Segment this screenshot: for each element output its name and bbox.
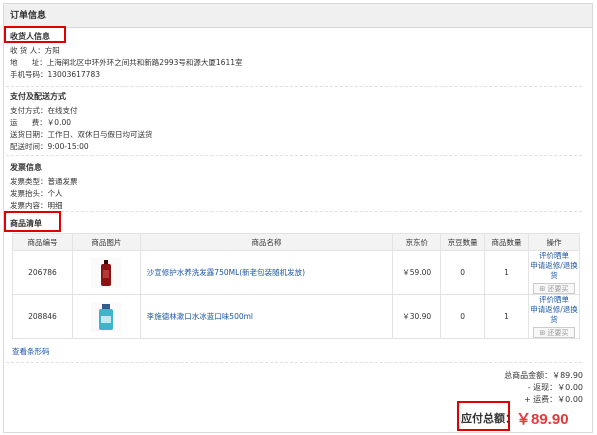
invoice-type: 普通发票 <box>47 177 78 186</box>
totals-freight-label: + 运费： <box>523 395 558 404</box>
item-qty: 1 <box>484 250 529 295</box>
delivery-date-label: 送货日期： <box>10 130 48 139</box>
consignee-phone-row: 手机号码：13003617783 <box>10 69 582 81</box>
invoice-head-label: 发票抬头： <box>10 189 48 198</box>
col-qty: 商品数量 <box>484 233 529 251</box>
totals-block: 总商品金额：￥89.90 - 返现：￥0.00 + 运费：￥0.00 <box>504 370 583 406</box>
col-name: 商品名称 <box>139 233 394 251</box>
consignee-name-label: 收 货 人： <box>10 46 45 55</box>
invoice-title: 发票信息 <box>10 163 42 172</box>
invoice-type-row: 发票类型：普通发票 <box>10 176 582 188</box>
mouthwash-bottle-icon <box>91 301 122 332</box>
item-image-cell <box>71 250 141 295</box>
cashback-amount: ￥0.00 <box>557 383 583 392</box>
product-thumbnail[interactable] <box>91 257 122 288</box>
payment-title: 支付及配送方式 <box>10 92 66 101</box>
consignee-name-row: 收 货 人：方阳 <box>10 45 582 57</box>
delivery-date: 工作日、双休日与假日均可送货 <box>47 130 153 139</box>
invoice-type-label: 发票类型： <box>10 177 48 186</box>
return-link[interactable]: 申请返修/退换货 <box>529 261 579 281</box>
freight-row: 运 费：￥0.00 <box>10 117 582 129</box>
review-link[interactable]: 评价晒单 <box>529 251 579 261</box>
grand-total-label: 应付总额： <box>461 412 516 425</box>
divider-4 <box>6 362 582 363</box>
totals-freight-amount: ￥0.00 <box>557 395 583 404</box>
col-id: 商品编号 <box>12 233 73 251</box>
payment-method-label: 支付方式： <box>10 106 48 115</box>
consignee-name: 方阳 <box>44 46 60 55</box>
invoice-head-row: 发票抬头：个人 <box>10 188 582 200</box>
delivery-date-row: 送货日期：工作日、双休日与假日均可送货 <box>10 129 582 141</box>
goods-total-row: 总商品金额：￥89.90 <box>504 370 583 382</box>
panel-title: 订单信息 <box>4 4 592 28</box>
rebuy-label: 还要买 <box>547 285 569 293</box>
consignee-phone-label: 手机号码： <box>10 70 48 79</box>
review-link[interactable]: 评价晒单 <box>529 295 579 305</box>
item-name-link[interactable]: 沙宣修护水养洗发露750ML(新老包装随机发放) <box>139 250 394 295</box>
goods-total-amount: ￥89.90 <box>552 371 583 380</box>
table-row: 208846 李施德林漱口水冰蓝口味500ml ￥30.90 0 1 评价晒单 … <box>12 294 581 339</box>
goods-total-label: 总商品金额： <box>504 371 553 380</box>
divider-2 <box>6 155 582 156</box>
consignee-address-label: 地 址： <box>10 58 47 67</box>
delivery-time-label: 配送时间： <box>10 142 48 151</box>
item-ops: 评价晒单 申请返修/退换货 ⊞ 还要买 <box>527 294 581 339</box>
consignee-phone: 13003617783 <box>47 70 101 79</box>
col-price: 京东价 <box>392 233 442 251</box>
invoice-content-label: 发票内容： <box>10 201 48 210</box>
goods-header-row: 商品编号 商品图片 商品名称 京东价 京豆数量 商品数量 操作 <box>12 233 581 251</box>
return-link[interactable]: 申请返修/退换货 <box>529 305 579 325</box>
cart-icon: ⊞ <box>539 285 546 293</box>
consignee-address-row: 地 址：上海闸北区中环外环之间共和新路2993号和源大厦1611室 <box>10 57 582 69</box>
item-qty: 1 <box>484 294 529 339</box>
invoice-section: 发票信息 发票类型：普通发票 发票抬头：个人 发票内容：明细 <box>6 162 582 212</box>
item-image-cell <box>71 294 141 339</box>
invoice-content: 明细 <box>47 201 63 210</box>
product-thumbnail[interactable] <box>91 301 122 332</box>
shampoo-bottle-icon <box>91 257 122 288</box>
delivery-time-row: 配送时间：9:00-15:00 <box>10 141 582 153</box>
item-id: 206786 <box>12 250 73 295</box>
freight-value: ￥0.00 <box>46 118 72 127</box>
item-price: ￥30.90 <box>392 294 442 339</box>
divider-1 <box>6 86 582 87</box>
col-image: 商品图片 <box>71 233 141 251</box>
item-ops: 评价晒单 申请返修/退换货 ⊞ 还要买 <box>527 250 581 295</box>
payment-method-row: 支付方式：在线支付 <box>10 105 582 117</box>
cashback-label: - 返现： <box>527 383 558 392</box>
item-beans: 0 <box>440 250 486 295</box>
invoice-head: 个人 <box>47 189 63 198</box>
item-name-link[interactable]: 李施德林漱口水冰蓝口味500ml <box>139 294 394 339</box>
delivery-time: 9:00-15:00 <box>47 142 89 151</box>
rebuy-button[interactable]: ⊞ 还要买 <box>532 283 575 294</box>
payment-section: 支付及配送方式 支付方式：在线支付 运 费：￥0.00 送货日期：工作日、双休日… <box>6 91 582 153</box>
consignee-address: 上海闸北区中环外环之间共和新路2993号和源大厦1611室 <box>46 58 243 67</box>
item-id: 208846 <box>12 294 73 339</box>
cashback-row: - 返现：￥0.00 <box>504 382 583 394</box>
goods-title: 商品清单 <box>10 219 42 228</box>
goods-table: 商品编号 商品图片 商品名称 京东价 京豆数量 商品数量 操作 206786 沙… <box>12 233 581 339</box>
col-ops: 操作 <box>527 233 581 251</box>
cart-icon: ⊞ <box>539 329 546 337</box>
freight-label: 运 费： <box>10 118 47 127</box>
payment-method: 在线支付 <box>47 106 78 115</box>
item-beans: 0 <box>440 294 486 339</box>
table-row: 206786 沙宣修护水养洗发露750ML(新老包装随机发放) ￥59.00 0… <box>12 250 581 295</box>
rebuy-label: 还要买 <box>547 329 569 337</box>
consignee-title: 收货人信息 <box>10 32 50 41</box>
rebuy-button[interactable]: ⊞ 还要买 <box>532 327 575 338</box>
grand-total-amount: ￥89.90 <box>516 411 569 428</box>
item-price: ￥59.00 <box>392 250 442 295</box>
col-beans: 京豆数量 <box>440 233 486 251</box>
consignee-section: 收货人信息 收 货 人：方阳 地 址：上海闸北区中环外环之间共和新路2993号和… <box>6 31 582 81</box>
barcode-link[interactable]: 查看条形码 <box>12 346 50 357</box>
divider-3 <box>6 211 582 212</box>
totals-freight-row: + 运费：￥0.00 <box>504 394 583 406</box>
